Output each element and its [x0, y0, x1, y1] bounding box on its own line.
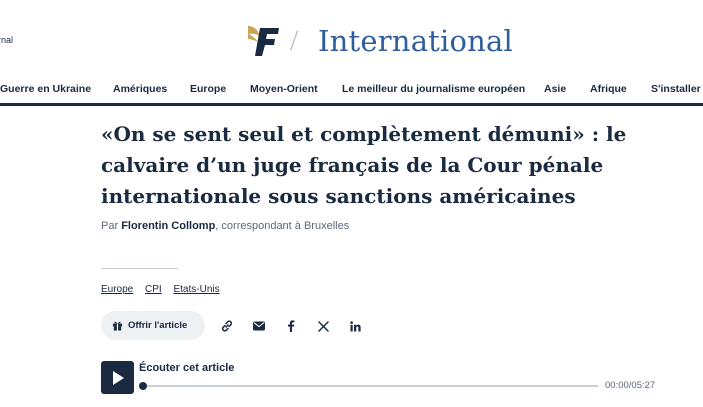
- byline-prefix: Par: [101, 220, 119, 232]
- audio-progress-track[interactable]: [143, 385, 598, 387]
- link-icon[interactable]: [219, 318, 235, 334]
- author-link[interactable]: Florentin Collomp: [121, 220, 215, 232]
- article-tags: Europe CPI Etats-Unis: [101, 284, 229, 295]
- tag-cpi[interactable]: CPI: [145, 284, 162, 295]
- nav-item-afrique[interactable]: Afrique: [590, 83, 627, 95]
- listen-article-label: Écouter cet article: [139, 362, 235, 374]
- x-icon[interactable]: [315, 318, 331, 334]
- play-icon: [112, 370, 124, 385]
- play-button[interactable]: [101, 361, 134, 394]
- article-byline: Par Florentin Collomp, correspondant à B…: [101, 220, 349, 232]
- facebook-icon[interactable]: [283, 318, 299, 334]
- nav-item-asie[interactable]: Asie: [544, 83, 566, 95]
- audio-progress-handle[interactable]: [139, 382, 147, 390]
- offer-article-button[interactable]: Offrir l'article: [101, 311, 205, 340]
- nav-item-guerre-en-ukraine[interactable]: Guerre en Ukraine: [0, 83, 91, 95]
- gift-icon: [112, 321, 123, 331]
- mail-icon[interactable]: [251, 318, 267, 334]
- nav-item-moyen-orient[interactable]: Moyen-Orient: [250, 83, 318, 95]
- short-divider: [101, 268, 178, 269]
- site-header: rnal / International: [0, 0, 703, 72]
- tag-europe[interactable]: Europe: [101, 284, 133, 295]
- offer-article-label: Offrir l'article: [128, 320, 188, 331]
- header-separator: /: [290, 24, 299, 57]
- section-title[interactable]: International: [318, 24, 513, 58]
- linkedin-icon[interactable]: [347, 318, 363, 334]
- brand-name-fragment[interactable]: rnal: [0, 35, 13, 45]
- nav-item-europe[interactable]: Europe: [190, 83, 226, 95]
- section-nav: Guerre en Ukraine Amériques Europe Moyen…: [0, 76, 703, 104]
- nav-item-ameriques[interactable]: Amériques: [113, 83, 167, 95]
- le-figaro-logo-icon[interactable]: [246, 24, 282, 58]
- nav-divider: [0, 103, 703, 106]
- audio-time: 00:00/05:27: [605, 380, 656, 391]
- tag-etats-unis[interactable]: Etats-Unis: [173, 284, 219, 295]
- article-headline: «On se sent seul et complètement démuni»…: [101, 122, 627, 208]
- nav-item-sinstaller[interactable]: S'installer à: [651, 83, 703, 95]
- byline-role: , correspondant à Bruxelles: [215, 220, 350, 232]
- nav-item-meilleur-journalisme[interactable]: Le meilleur du journalisme européen: [342, 83, 525, 95]
